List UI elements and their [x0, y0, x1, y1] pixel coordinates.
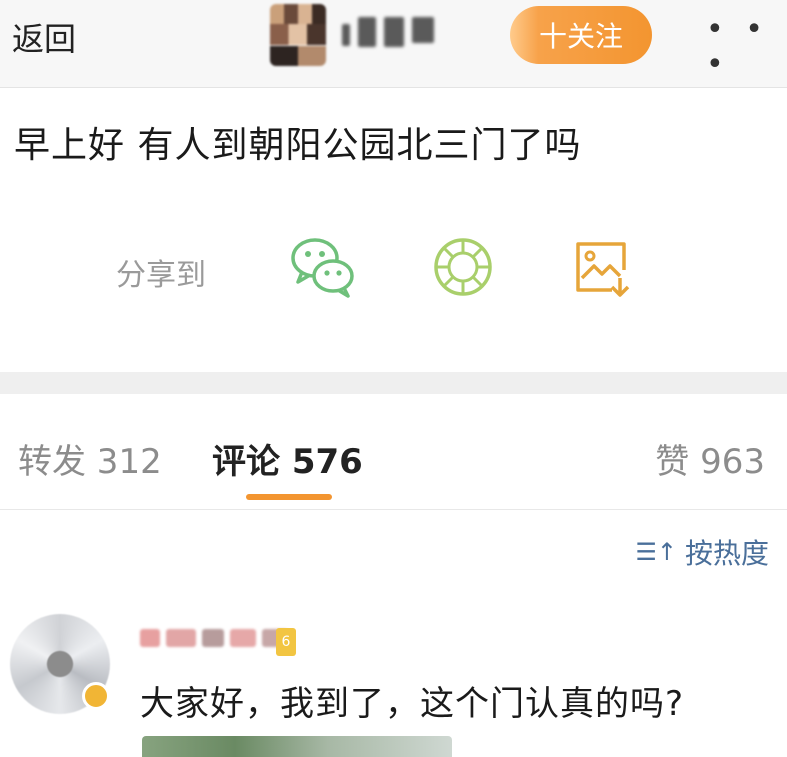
sort-by-hot-button[interactable]: ☰↑ 按热度: [635, 532, 769, 572]
tab-reposts[interactable]: 转发 312: [18, 434, 162, 483]
sort-label: 按热度: [684, 537, 769, 570]
active-tab-indicator: [246, 494, 332, 500]
section-divider: [0, 372, 787, 394]
save-image-icon[interactable]: [568, 232, 638, 302]
post-text: 早上好 有人到朝阳公园北三门了吗: [14, 125, 582, 166]
commenter-name-blurred[interactable]: [140, 624, 288, 652]
moments-icon[interactable]: [428, 232, 498, 302]
comment-image-thumbnail[interactable]: [142, 736, 452, 757]
follow-button[interactable]: 十关注: [510, 6, 652, 64]
more-options-button[interactable]: • • •: [706, 12, 787, 82]
share-label: 分享到: [116, 258, 206, 293]
comment-text: 大家好，我到了，这个门认真的吗?: [140, 684, 685, 724]
user-level-badge: 6: [276, 628, 296, 656]
verified-badge-icon: [82, 682, 110, 710]
wechat-icon[interactable]: [288, 232, 358, 302]
author-avatar[interactable]: [270, 4, 326, 66]
tab-comments[interactable]: 评论 576: [212, 434, 363, 483]
author-name-blurred[interactable]: [342, 14, 434, 50]
tab-likes[interactable]: 赞 963: [655, 434, 765, 483]
top-navbar: 返回 十关注 • • •: [0, 0, 787, 88]
interaction-tabs: 转发 312 评论 576 赞 963: [0, 394, 787, 510]
back-button[interactable]: 返回: [12, 14, 76, 60]
share-row: 分享到: [0, 232, 787, 312]
sort-icon: ☰↑: [635, 538, 677, 566]
